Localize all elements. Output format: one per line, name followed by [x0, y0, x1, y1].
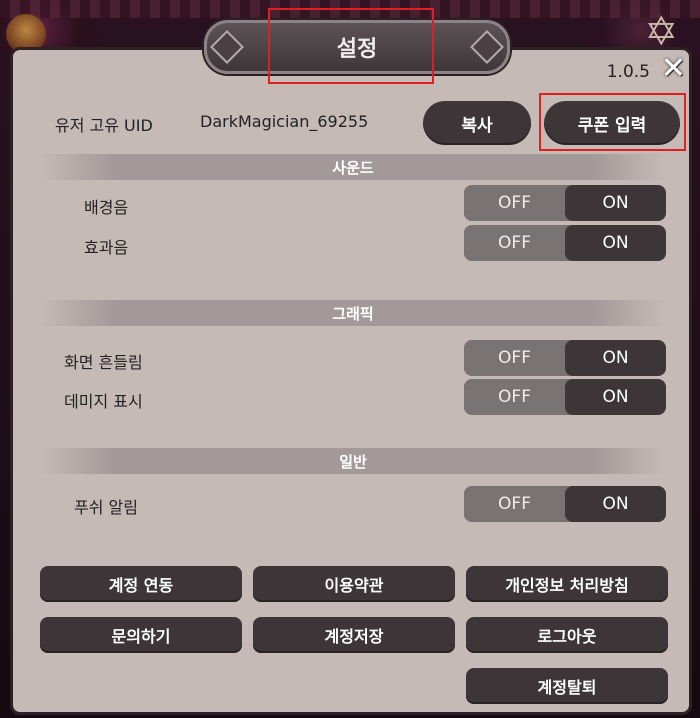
ornament-left-icon: [210, 30, 244, 64]
push-notification-label: 푸쉬 알림: [74, 498, 138, 517]
screen-shake-label: 화면 흔들림: [64, 353, 143, 372]
sfx-on-option[interactable]: ON: [565, 225, 666, 261]
push-notification-toggle[interactable]: OFF ON: [464, 486, 666, 522]
damage-display-label: 데미지 표시: [64, 392, 143, 411]
withdraw-account-button[interactable]: 계정탈퇴: [466, 668, 668, 704]
bgm-label: 배경음: [84, 198, 129, 217]
bgm-off-option[interactable]: OFF: [464, 185, 565, 221]
coupon-highlight-box: [539, 93, 686, 151]
push-notification-off-option[interactable]: OFF: [464, 486, 565, 522]
bgm-toggle[interactable]: OFF ON: [464, 185, 666, 221]
inquiry-button[interactable]: 문의하기: [40, 617, 242, 653]
account-link-button[interactable]: 계정 연동: [40, 566, 242, 602]
copy-button-label: 복사: [461, 115, 493, 136]
ornament-right-icon: [470, 30, 504, 64]
damage-display-off-option[interactable]: OFF: [464, 379, 565, 415]
copy-button[interactable]: 복사: [423, 101, 531, 145]
sfx-off-option[interactable]: OFF: [464, 225, 565, 261]
uid-value: DarkMagician_69255: [200, 112, 369, 131]
damage-display-on-option[interactable]: ON: [565, 379, 666, 415]
close-icon[interactable]: ✕: [661, 52, 686, 86]
bgm-on-option[interactable]: ON: [565, 185, 666, 221]
pentagram-icon: ✡: [644, 9, 678, 55]
sfx-toggle[interactable]: OFF ON: [464, 225, 666, 261]
logout-button[interactable]: 로그아웃: [466, 617, 668, 653]
sfx-label: 효과음: [84, 238, 129, 257]
uid-label: 유저 고유 UID: [55, 116, 153, 135]
terms-button[interactable]: 이용약관: [253, 566, 455, 602]
section-header-graphics: 그래픽: [40, 300, 666, 326]
screen-shake-on-option[interactable]: ON: [565, 340, 666, 376]
account-save-button[interactable]: 계정저장: [253, 617, 455, 653]
version-label: 1.0.5: [606, 62, 650, 82]
section-header-sound: 사운드: [40, 154, 666, 180]
privacy-policy-button[interactable]: 개인정보 처리방침: [466, 566, 668, 602]
damage-display-toggle[interactable]: OFF ON: [464, 379, 666, 415]
section-header-general: 일반: [40, 448, 666, 474]
push-notification-on-option[interactable]: ON: [565, 486, 666, 522]
screen-shake-toggle[interactable]: OFF ON: [464, 340, 666, 376]
title-highlight-box: [268, 8, 434, 84]
screen-shake-off-option[interactable]: OFF: [464, 340, 565, 376]
